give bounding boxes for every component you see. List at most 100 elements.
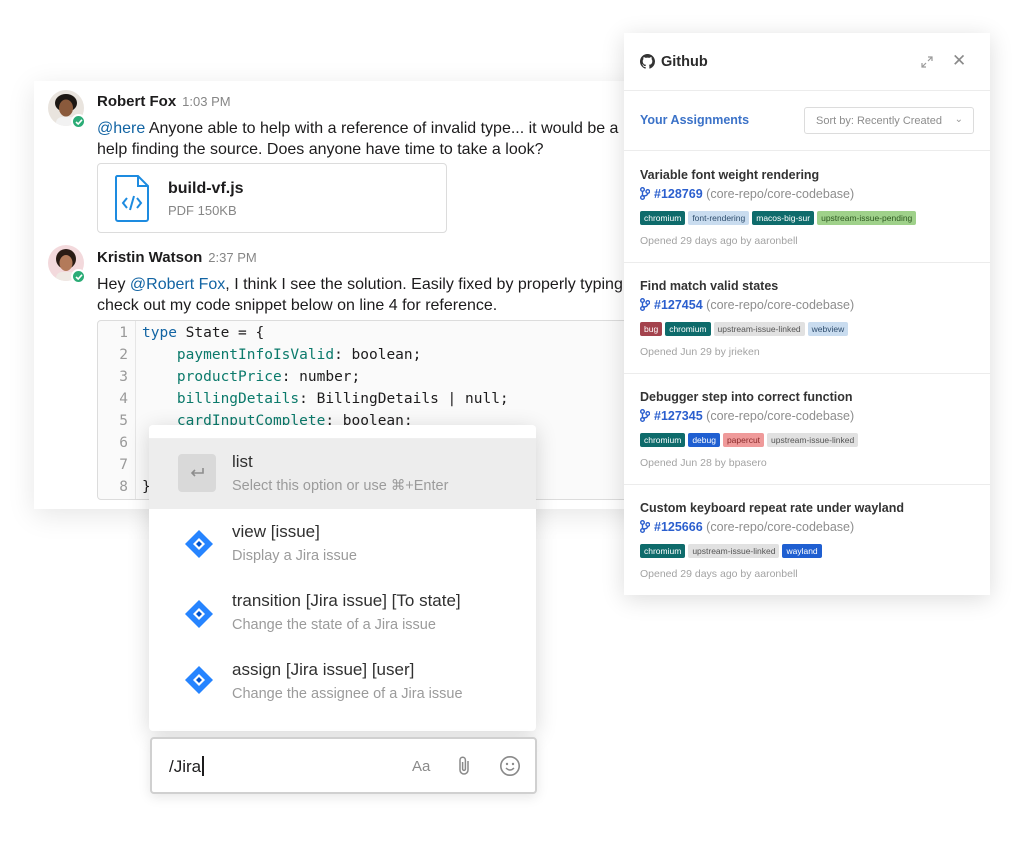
- issue-title: Variable font weight rendering: [640, 168, 820, 182]
- issue-label[interactable]: webview: [807, 322, 849, 336]
- issue-opened: Opened Jun 28 by bpasero: [640, 457, 767, 469]
- issue-title: Find match valid states: [640, 279, 779, 293]
- issue-item[interactable]: Custom keyboard repeat rate under waylan…: [624, 485, 990, 595]
- issue-label[interactable]: chromium: [640, 433, 686, 447]
- issue-label[interactable]: upstream-issue-linked: [713, 322, 805, 336]
- issue-item[interactable]: Find match valid states #127454 (core-re…: [624, 263, 990, 374]
- code-file-icon: [114, 174, 150, 227]
- pull-request-icon: [640, 520, 651, 536]
- code-line: 1 type State = {: [119, 325, 265, 341]
- issue-label[interactable]: upstream-issue-pending: [817, 211, 917, 225]
- online-check-icon: [71, 114, 86, 129]
- jira-icon: [184, 599, 214, 634]
- message-text: @here Anyone able to help with a referen…: [97, 120, 619, 137]
- issue-repo: (core-repo/core-codebase): [706, 187, 855, 201]
- command-menu: list Select this option or use ⌘+Enter v…: [149, 425, 536, 731]
- issue-number[interactable]: #125666: [654, 520, 703, 534]
- option-title: list: [232, 452, 253, 471]
- message-author[interactable]: Kristin Watson: [97, 249, 202, 266]
- issue-number[interactable]: #128769: [654, 187, 703, 201]
- tab-your-assignments[interactable]: Your Assignments: [640, 113, 749, 127]
- github-icon: [640, 54, 655, 74]
- option-description: Select this option or use ⌘+Enter: [232, 478, 449, 494]
- issue-label[interactable]: bug: [640, 322, 663, 336]
- avatar[interactable]: [48, 245, 86, 284]
- message-text: check out my code snippet below on line …: [97, 297, 498, 314]
- issue-reference: #127454 (core-repo/core-codebase): [640, 298, 854, 314]
- mention-link[interactable]: @here: [97, 120, 145, 137]
- pull-request-icon: [640, 409, 651, 425]
- jira-icon: [184, 665, 214, 700]
- issue-title: Debugger step into correct function: [640, 390, 853, 404]
- issue-label[interactable]: upstream-issue-linked: [688, 544, 780, 558]
- expand-icon[interactable]: [920, 55, 934, 74]
- option-title: transition [Jira issue] [To state]: [232, 591, 461, 610]
- issue-repo: (core-repo/core-codebase): [706, 520, 855, 534]
- file-attachment[interactable]: build-vf.js PDF 150KB: [97, 163, 447, 233]
- code-gutter: [135, 321, 136, 499]
- command-option-transition[interactable]: transition [Jira issue] [To state] Chang…: [149, 579, 536, 649]
- issue-number[interactable]: #127454: [654, 298, 703, 312]
- command-option-assign[interactable]: assign [Jira issue] [user] Change the as…: [149, 649, 536, 719]
- message-input-value[interactable]: /Jira: [169, 756, 204, 777]
- github-panel: Github ✕ Your Assignments Sort by: Recen…: [624, 33, 990, 595]
- close-icon[interactable]: ✕: [952, 52, 966, 69]
- issue-reference: #125666 (core-repo/core-codebase): [640, 520, 854, 536]
- sort-dropdown[interactable]: Sort by: Recently Created ⌄: [804, 107, 974, 134]
- issue-label[interactable]: macos-big-sur: [752, 211, 815, 225]
- issue-label[interactable]: debug: [688, 433, 720, 447]
- issue-opened: Opened Jun 29 by jrieken: [640, 346, 760, 358]
- issue-labels: chromium upstream-issue-linked wayland: [640, 544, 825, 558]
- code-line: 8}: [119, 479, 151, 495]
- paperclip-icon[interactable]: [457, 755, 471, 781]
- option-title: assign [Jira issue] [user]: [232, 660, 415, 679]
- issue-item[interactable]: Variable font weight rendering #128769 (…: [624, 152, 990, 263]
- smiley-icon[interactable]: [499, 755, 521, 781]
- issue-label[interactable]: chromium: [640, 211, 686, 225]
- pull-request-icon: [640, 187, 651, 203]
- format-button[interactable]: Aa: [412, 758, 430, 775]
- message-header: Robert Fox 1:03 PM: [97, 93, 231, 110]
- panel-header: Github ✕: [624, 33, 990, 91]
- code-line: 6: [119, 435, 128, 451]
- command-option-view[interactable]: view [issue] Display a Jira issue: [149, 509, 536, 579]
- issue-labels: chromium debug papercut upstream-issue-link…: [640, 433, 861, 447]
- code-line: 5 cardInputComplete: boolean;: [119, 413, 413, 429]
- issue-opened: Opened 29 days ago by aaronbell: [640, 568, 798, 580]
- message-input[interactable]: /Jira Aa: [150, 737, 537, 794]
- chevron-down-icon: ⌄: [954, 114, 963, 125]
- code-line: 3 productPrice: number;: [119, 369, 361, 385]
- online-check-icon: [71, 269, 86, 284]
- mention-link[interactable]: @Robert Fox: [130, 276, 225, 293]
- command-option-list[interactable]: list Select this option or use ⌘+Enter: [149, 439, 536, 509]
- code-line: 4 billingDetails: BillingDetails | null;: [119, 391, 509, 407]
- issue-repo: (core-repo/core-codebase): [706, 409, 855, 423]
- file-meta: PDF 150KB: [168, 203, 237, 218]
- message-author[interactable]: Robert Fox: [97, 93, 176, 110]
- issue-label[interactable]: chromium: [665, 322, 711, 336]
- menu-divider: [149, 425, 536, 439]
- message-time: 2:37 PM: [208, 250, 257, 265]
- issue-item[interactable]: Debugger step into correct function #127…: [624, 374, 990, 485]
- issue-label[interactable]: wayland: [782, 544, 822, 558]
- issue-repo: (core-repo/core-codebase): [706, 298, 855, 312]
- issue-label[interactable]: chromium: [640, 544, 686, 558]
- message-text: Hey @Robert Fox, I think I see the solut…: [97, 276, 623, 293]
- message-text: help finding the source. Does anyone hav…: [97, 141, 544, 158]
- issue-number[interactable]: #127345: [654, 409, 703, 423]
- issue-label[interactable]: font-rendering: [688, 211, 750, 225]
- issue-title: Custom keyboard repeat rate under waylan…: [640, 501, 904, 515]
- issue-label[interactable]: papercut: [722, 433, 765, 447]
- issue-labels: chromium font-rendering macos-big-sur upstr…: [640, 211, 919, 225]
- issue-opened: Opened 29 days ago by aaronbell: [640, 235, 798, 247]
- panel-title: Github: [661, 54, 708, 70]
- option-description: Change the state of a Jira issue: [232, 617, 436, 633]
- enter-icon: [178, 454, 216, 492]
- avatar[interactable]: [48, 90, 86, 129]
- issue-labels: bug chromium upstream-issue-linked webview: [640, 322, 851, 336]
- code-line: 7: [119, 457, 128, 473]
- issue-reference: #128769 (core-repo/core-codebase): [640, 187, 854, 203]
- option-description: Change the assignee of a Jira issue: [232, 686, 463, 702]
- issue-label[interactable]: upstream-issue-linked: [767, 433, 859, 447]
- option-description: Display a Jira issue: [232, 548, 357, 564]
